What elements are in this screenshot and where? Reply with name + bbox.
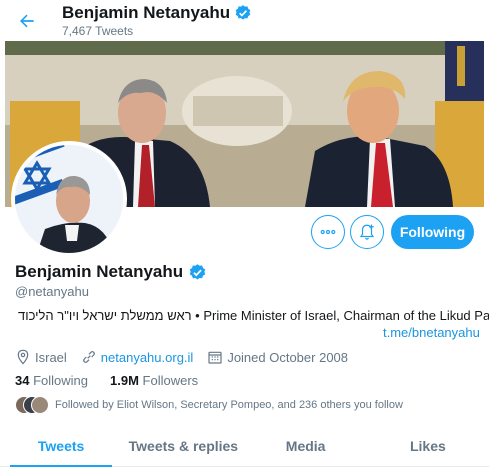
link-icon [82, 351, 95, 363]
more-icon [320, 229, 336, 235]
tab-tweets[interactable]: Tweets [0, 425, 122, 467]
header-tweet-count: 7,467 Tweets [62, 24, 134, 38]
location-icon [17, 349, 29, 365]
profile-bio: ראש ממשלת ישראל ויו"ר הליכוד • Prime Min… [18, 308, 489, 323]
tab-likes[interactable]: Likes [367, 425, 489, 466]
profile-meta: Israel netanyahu.org.il Joined October 2… [15, 348, 362, 366]
tab-media[interactable]: Media [245, 425, 367, 466]
followers-stat[interactable]: 1.9M Followers [110, 373, 198, 388]
notification-bell-icon [359, 224, 375, 240]
follow-stats: 34 Following 1.9M Followers [15, 373, 198, 388]
followed-by-text: Followed by Eliot Wilson, Secretary Pomp… [55, 399, 403, 411]
bio-link[interactable]: t.me/bnetanyahu [383, 325, 480, 340]
verified-badge-icon [189, 263, 206, 280]
location: Israel [15, 349, 67, 365]
website: netanyahu.org.il [81, 349, 194, 365]
join-date: Joined October 2008 [207, 349, 348, 365]
profile-avatar[interactable] [11, 141, 127, 257]
mutual-avatars [15, 396, 49, 414]
profile-tabs: Tweets Tweets & replies Media Likes [0, 425, 489, 467]
mutual-avatar [31, 396, 49, 414]
following-button[interactable]: Following [391, 215, 474, 249]
website-link[interactable]: netanyahu.org.il [101, 350, 194, 365]
following-count: 34 [15, 373, 30, 388]
avatar-photo [15, 145, 123, 253]
profile-name: Benjamin Netanyahu [15, 262, 207, 282]
calendar-icon [208, 351, 222, 364]
profile-name-text: Benjamin Netanyahu [15, 262, 184, 281]
verified-badge-icon [235, 5, 251, 20]
back-arrow-icon [20, 14, 34, 28]
following-stat[interactable]: 34 Following [15, 373, 88, 388]
location-text: Israel [35, 349, 67, 365]
followers-count: 1.9M [110, 373, 139, 388]
followers-you-know[interactable]: Followed by Eliot Wilson, Secretary Pomp… [15, 396, 403, 414]
profile-handle: @netanyahu [15, 284, 89, 299]
profile-header: Benjamin Netanyahu 7,467 Tweets [0, 0, 489, 40]
notifications-button[interactable] [350, 215, 384, 249]
back-button[interactable] [12, 6, 42, 36]
tab-tweets-replies[interactable]: Tweets & replies [122, 425, 244, 466]
header-name-text: Benjamin Netanyahu [62, 3, 231, 22]
join-date-text: Joined October 2008 [227, 349, 349, 365]
following-label: Following [33, 373, 89, 388]
more-options-button[interactable] [311, 215, 345, 249]
header-title: Benjamin Netanyahu [62, 3, 252, 23]
followers-label: Followers [142, 373, 199, 388]
